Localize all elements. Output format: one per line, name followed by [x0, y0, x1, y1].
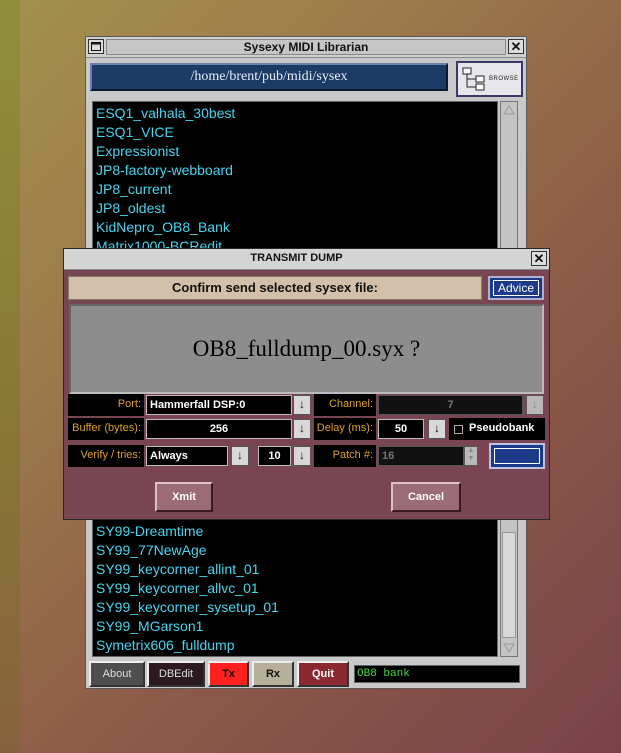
desktop-left-strip [0, 0, 20, 753]
verify-select[interactable]: Always [146, 446, 228, 466]
scroll-up-icon[interactable] [502, 103, 516, 117]
pseudobank-label: Pseudobank [449, 418, 545, 440]
rx-button[interactable]: Rx [252, 661, 294, 687]
channel-dropdown-icon[interactable]: ↓ [526, 395, 544, 415]
channel-select[interactable]: 7 [378, 395, 523, 415]
confirm-message: Confirm send selected sysex file: [68, 276, 482, 300]
file-list-item[interactable]: KidNepro_OB8_Bank [96, 218, 230, 237]
selected-filename: OB8_fulldump_00.syx ? [69, 304, 544, 394]
delay-select[interactable]: 50 [378, 419, 424, 439]
window-title: Sysexy MIDI Librarian [106, 39, 506, 55]
window-menu-icon[interactable] [88, 39, 104, 54]
dialog-titlebar[interactable]: TRANSMIT DUMP ✕ [64, 249, 549, 270]
status-field: OB8 bank [354, 665, 520, 683]
port-label: Port: [68, 394, 144, 416]
dbedit-button[interactable]: DBEdit [147, 661, 205, 687]
delay-label: Delay (ms): [314, 418, 376, 440]
delay-dropdown-icon[interactable]: ↓ [428, 419, 446, 439]
close-icon[interactable]: ✕ [508, 39, 524, 54]
file-list-item[interactable]: JP8-factory-webboard [96, 161, 233, 180]
file-list-item[interactable]: SY99_MGarson1 [96, 617, 203, 636]
tries-select[interactable]: 10 [258, 446, 291, 466]
port-dropdown-icon[interactable]: ↓ [293, 395, 311, 415]
buffer-label: Buffer (bytes): [68, 418, 144, 440]
quit-button[interactable]: Quit [297, 661, 349, 687]
file-list-item[interactable]: ESQ1_valhala_30best [96, 104, 235, 123]
verify-label: Verify / tries: [68, 445, 144, 467]
advice-label: Advice [493, 280, 539, 296]
file-list-item[interactable]: SY99_keycorner_sysetup_01 [96, 598, 279, 617]
verify-dropdown-icon[interactable]: ↓ [231, 446, 249, 466]
browse-label: BROWSE [489, 76, 519, 82]
file-list-item[interactable]: SY99_77NewAge [96, 541, 207, 560]
file-list-item[interactable]: JP8_oldest [96, 199, 165, 218]
xmit-button[interactable]: Xmit [155, 482, 213, 512]
file-list-item[interactable]: JP8_current [96, 180, 171, 199]
file-list-item[interactable]: SY99-Dreamtime [96, 522, 203, 541]
advice-button[interactable]: Advice [488, 276, 544, 300]
file-list-item[interactable]: SY99_keycorner_allint_01 [96, 560, 259, 579]
transmit-dump-dialog: TRANSMIT DUMP ✕ Confirm send selected sy… [63, 248, 550, 520]
dialog-title: TRANSMIT DUMP [250, 252, 343, 264]
patch-label: Patch #: [314, 445, 376, 467]
folder-tree-icon [462, 67, 485, 91]
patch-spinner-arrows-icon[interactable]: ▲ ▼ [464, 446, 478, 466]
dialog-close-icon[interactable]: ✕ [531, 251, 547, 266]
file-list-item[interactable]: Symetrix606_fulldump [96, 636, 235, 655]
file-list-item[interactable]: ESQ1_VICE [96, 123, 174, 142]
scroll-thumb[interactable] [502, 532, 516, 638]
file-list-item[interactable]: Expressionist [96, 142, 179, 161]
buffer-select[interactable]: 256 [146, 419, 292, 439]
scroll-down-icon[interactable] [502, 641, 516, 655]
buffer-dropdown-icon[interactable]: ↓ [293, 419, 311, 439]
tx-button[interactable]: Tx [208, 661, 249, 687]
about-button[interactable]: About [89, 661, 145, 687]
port-select[interactable]: Hammerfall DSP:0 [146, 395, 292, 415]
patch-spinner[interactable]: 16 [378, 446, 464, 466]
channel-label: Channel: [314, 394, 376, 416]
pseudobank-checkbox[interactable] [454, 425, 463, 434]
file-list-item[interactable]: SY99_keycorner_allvc_01 [96, 579, 259, 598]
main-button-bar: About DBEdit Tx Rx Quit OB8 bank [86, 659, 526, 689]
tries-dropdown-icon[interactable]: ↓ [293, 446, 311, 466]
browse-button[interactable]: BROWSE [456, 61, 523, 97]
window-titlebar[interactable]: Sysexy MIDI Librarian ✕ [86, 37, 526, 58]
directory-path-field[interactable]: /home/brent/pub/midi/sysex [90, 63, 448, 91]
options-button[interactable] [489, 443, 545, 469]
cancel-button[interactable]: Cancel [391, 482, 461, 512]
